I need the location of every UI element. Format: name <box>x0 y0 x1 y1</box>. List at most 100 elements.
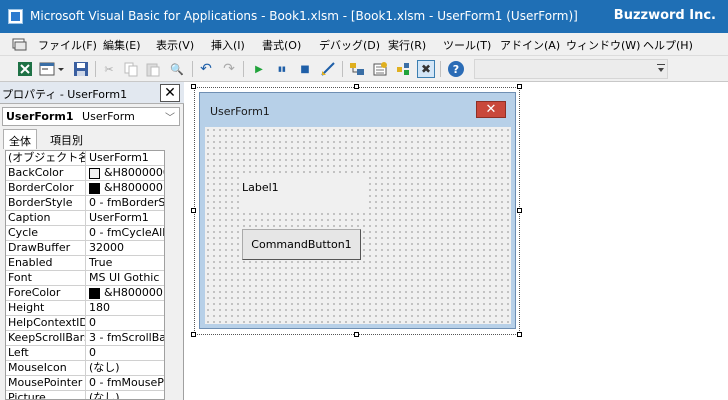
menu-help[interactable]: ヘルプ(H) <box>643 37 693 53</box>
system-menu-icon[interactable] <box>12 38 27 51</box>
save-icon[interactable] <box>72 60 90 78</box>
object-browser-icon[interactable] <box>394 60 412 78</box>
resize-handle[interactable] <box>354 332 359 337</box>
properties-title: プロパティ - UserForm1 <box>2 88 128 101</box>
toolbar-separator <box>243 61 244 77</box>
property-row[interactable]: KeepScrollBarsVisible3 - fmScrollBarsBot… <box>6 331 164 346</box>
property-value-cell[interactable]: UserForm1 <box>86 211 164 225</box>
resize-handle[interactable] <box>191 208 196 213</box>
cut-icon[interactable]: ✂ <box>100 60 118 78</box>
resize-handle[interactable] <box>354 84 359 89</box>
property-row[interactable]: MouseIcon (なし) <box>6 361 164 376</box>
menu-insert[interactable]: 挿入(I) <box>211 37 245 53</box>
property-row[interactable]: (オブジェクト名) UserForm1 <box>6 151 164 166</box>
toolbar-overflow-icon[interactable] <box>657 64 665 74</box>
resize-handle[interactable] <box>517 84 522 89</box>
insert-userform-icon[interactable] <box>38 60 56 78</box>
redo-icon[interactable]: ↷ <box>220 60 238 78</box>
find-icon[interactable]: 🔍 <box>168 60 186 78</box>
property-value-cell[interactable]: 0 - fmCycleAllForms <box>86 226 164 240</box>
property-row[interactable]: Font MS UI Gothic <box>6 271 164 286</box>
property-value-cell[interactable]: &H80000012 <box>86 286 164 300</box>
properties-close-button[interactable]: ✕ <box>160 84 180 102</box>
property-value-cell[interactable]: &H8000000F <box>86 166 164 180</box>
property-name: ForeColor <box>6 286 86 300</box>
standard-toolbar: ✂ 🔍 ↶ ↷ ▶ ▮▮ ■ ✖ ? <box>0 56 728 82</box>
break-icon[interactable]: ▮▮ <box>273 60 291 78</box>
property-row[interactable]: Enabled True <box>6 256 164 271</box>
project-explorer-icon[interactable] <box>348 60 366 78</box>
property-value-cell[interactable]: (なし) <box>86 391 164 399</box>
help-icon[interactable]: ? <box>447 60 465 78</box>
menu-debug[interactable]: デバッグ(D) <box>319 37 380 53</box>
tab-alphabetic[interactable]: 全体 <box>3 129 37 149</box>
resize-handle[interactable] <box>191 84 196 89</box>
property-value: (なし) <box>89 361 120 374</box>
property-value-cell[interactable]: MS UI Gothic <box>86 271 164 285</box>
property-value-cell[interactable]: 0 - fmMousePointerDefault <box>86 376 164 390</box>
userform-window[interactable]: UserForm1 ✕ Label1 CommandButton1 <box>199 92 516 329</box>
property-row[interactable]: Left 0 <box>6 346 164 361</box>
reset-icon[interactable]: ■ <box>296 60 314 78</box>
property-row[interactable]: BorderStyle0 - fmBorderStyleNone <box>6 196 164 211</box>
property-row[interactable]: DrawBuffer 32000 <box>6 241 164 256</box>
toolbar-separator <box>342 61 343 77</box>
object-selector[interactable]: UserForm1 UserForm ﹀ <box>2 107 180 126</box>
menu-edit[interactable]: 編集(E) <box>103 37 141 53</box>
menu-view[interactable]: 表示(V) <box>156 37 194 53</box>
property-row[interactable]: Height 180 <box>6 301 164 316</box>
property-value-cell[interactable]: 32000 <box>86 241 164 255</box>
menu-addins[interactable]: アドイン(A) <box>500 37 560 53</box>
undo-icon[interactable]: ↶ <box>197 60 215 78</box>
dropdown-arrow-icon[interactable] <box>56 60 66 78</box>
toolbar-separator <box>192 61 193 77</box>
property-value-cell[interactable]: 0 - fmBorderStyleNone <box>86 196 164 210</box>
menu-window[interactable]: ウィンドウ(W) <box>566 37 640 53</box>
property-row[interactable]: Picture (なし) <box>6 391 164 399</box>
menu-run[interactable]: 実行(R) <box>388 37 426 53</box>
property-value-cell[interactable]: 0 <box>86 316 164 330</box>
properties-scrollbar[interactable] <box>167 150 179 400</box>
property-value: &H8000000F <box>104 166 164 179</box>
menu-file[interactable]: ファイル(F) <box>38 37 97 53</box>
property-value: 180 <box>89 301 110 314</box>
property-value-cell[interactable]: 0 <box>86 346 164 360</box>
resize-handle[interactable] <box>191 332 196 337</box>
property-name: Cycle <box>6 226 86 240</box>
userform-client-area[interactable]: Label1 CommandButton1 <box>205 127 511 324</box>
property-row[interactable]: Caption UserForm1 <box>6 211 164 226</box>
run-icon[interactable]: ▶ <box>250 60 268 78</box>
property-row[interactable]: ForeColor&H80000012 <box>6 286 164 301</box>
property-row[interactable]: MousePointer0 - fmMousePointerDefault <box>6 376 164 391</box>
properties-panel: プロパティ - UserForm1 ✕ UserForm1 UserForm ﹀… <box>0 82 184 400</box>
property-name: DrawBuffer <box>6 241 86 255</box>
menu-format[interactable]: 書式(O) <box>262 37 301 53</box>
property-row[interactable]: Cycle0 - fmCycleAllForms <box>6 226 164 241</box>
resize-handle[interactable] <box>517 332 522 337</box>
properties-window-icon[interactable] <box>371 60 389 78</box>
tab-categorized[interactable]: 項目別 <box>45 129 88 149</box>
command-button[interactable]: CommandButton1 <box>242 229 361 260</box>
property-row[interactable]: BackColor&H8000000F <box>6 166 164 181</box>
property-value-cell[interactable]: 3 - fmScrollBarsBoth <box>86 331 164 345</box>
design-mode-icon[interactable] <box>319 60 337 78</box>
property-value-cell[interactable]: (なし) <box>86 361 164 375</box>
copy-icon[interactable] <box>122 60 140 78</box>
label-control[interactable]: Label1 <box>240 177 368 212</box>
property-value-cell[interactable]: 180 <box>86 301 164 315</box>
property-value: 0 - fmBorderStyleNone <box>89 196 164 209</box>
color-swatch <box>89 182 100 194</box>
property-value-cell[interactable]: UserForm1 <box>86 151 164 165</box>
userform-close-button[interactable]: ✕ <box>476 101 506 118</box>
resize-handle[interactable] <box>517 208 522 213</box>
view-excel-icon[interactable] <box>16 60 34 78</box>
paste-icon[interactable] <box>144 60 162 78</box>
property-row[interactable]: HelpContextID 0 <box>6 316 164 331</box>
property-row[interactable]: BorderColor&H80000012 <box>6 181 164 196</box>
toolbox-icon[interactable]: ✖ <box>417 60 435 78</box>
window-title: Microsoft Visual Basic for Applications … <box>30 9 578 23</box>
menu-tools[interactable]: ツール(T) <box>443 37 491 53</box>
property-value-cell[interactable]: &H80000012 <box>86 181 164 195</box>
property-value-cell[interactable]: True <box>86 256 164 270</box>
chevron-down-icon[interactable]: ﹀ <box>165 109 175 124</box>
